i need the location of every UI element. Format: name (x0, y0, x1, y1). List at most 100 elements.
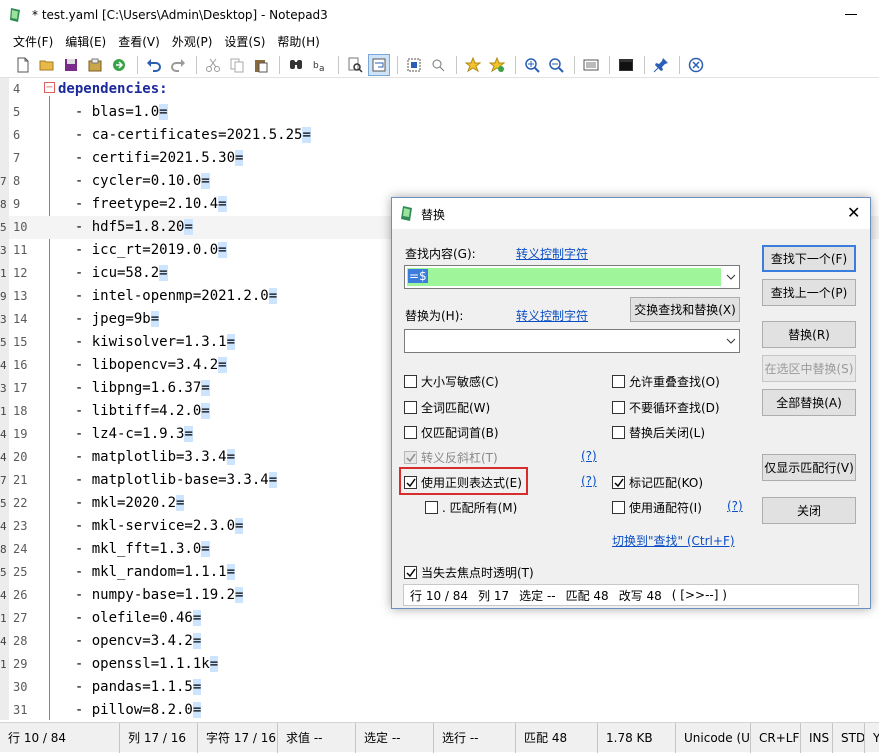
switch-to-find-link[interactable]: 切换到"查找" (Ctrl+F) (612, 532, 735, 549)
status-matches[interactable]: 匹配 48 (516, 722, 598, 753)
background-text-fragment: 5 (0, 566, 7, 579)
browse-icon[interactable] (108, 54, 130, 76)
chevron-down-icon[interactable] (726, 336, 736, 346)
whole-word-checkbox[interactable]: 全词匹配(W) (404, 399, 490, 416)
find-previous-button[interactable]: 查找上一个(P) (762, 279, 856, 306)
redo-icon[interactable] (167, 54, 189, 76)
status-encoding[interactable]: Unicode (UTF-8) (676, 722, 751, 753)
line-number: 17 (13, 381, 28, 395)
line-text: - matplotlib-base=3.3.4= (58, 472, 278, 488)
close-button[interactable]: 关闭 (762, 497, 856, 524)
status-selection[interactable]: 选定 -- (356, 722, 434, 753)
replace-input[interactable] (404, 329, 740, 353)
status-line-ending[interactable]: CR+LF (751, 722, 801, 753)
regex-match-highlight: = (159, 265, 168, 281)
replace-button[interactable]: 替换(R) (762, 321, 856, 348)
line-text: - jpeg=9b= (58, 311, 160, 327)
replace-in-selection-button[interactable]: 在选区中替换(S) (762, 355, 856, 382)
minimize-icon[interactable] (845, 14, 857, 15)
status-char[interactable]: 字符 17 / 16 (198, 722, 278, 753)
menu-help[interactable]: 帮助(H) (272, 33, 324, 50)
use-wildcards-checkbox[interactable]: 使用通配符(I) (612, 499, 702, 516)
replace-label: 替换为(H): (405, 309, 464, 323)
status-selected-lines[interactable]: 选行 -- (434, 722, 516, 753)
pin-icon[interactable] (650, 54, 672, 76)
cut-icon[interactable] (202, 54, 224, 76)
match-word-start-checkbox[interactable]: 仅匹配词首(B) (404, 424, 499, 441)
checkbox-label: 仅匹配词首(B) (421, 426, 499, 440)
editor-line[interactable]: 28 - opencv=3.4.2= (9, 630, 879, 653)
help-link[interactable]: (?) (581, 449, 597, 463)
status-insert-mode[interactable]: INS (801, 722, 833, 753)
menu-settings[interactable]: 设置(S) (219, 33, 270, 50)
editor-line[interactable]: 6 - ca-certificates=2021.5.25= (9, 124, 879, 147)
find-input-value: =$ (408, 269, 428, 283)
find-in-files-icon[interactable] (344, 54, 366, 76)
no-wrap-search-checkbox[interactable]: 不要循环查找(D) (612, 399, 720, 416)
editor-line[interactable]: 29 - openssl=1.1.1k= (9, 653, 879, 676)
transparent-on-blur-checkbox[interactable]: 当失去焦点时透明(T) (404, 564, 534, 581)
save-as-icon[interactable] (84, 54, 106, 76)
background-text-fragment: 4 (0, 635, 7, 648)
line-text: - mkl_random=1.1.1= (58, 564, 236, 580)
line-number: 16 (13, 358, 28, 372)
status-selection-mode[interactable]: STD (833, 722, 865, 753)
help-link[interactable]: (?) (727, 499, 743, 513)
match-case-checkbox[interactable]: 大小写敏感(C) (404, 373, 499, 390)
find-escape-link[interactable]: 转义控制字符 (516, 245, 588, 262)
paste-icon[interactable] (250, 54, 272, 76)
dot-matches-all-checkbox[interactable]: . 匹配所有(M) (425, 499, 517, 516)
undo-icon[interactable] (143, 54, 165, 76)
checkbox-box (612, 375, 625, 388)
allow-overlap-checkbox[interactable]: 允许重叠查找(O) (612, 373, 720, 390)
status-file-size[interactable]: 1.78 KB (598, 722, 676, 753)
editor-line[interactable]: 31 - pillow=8.2.0= (9, 699, 879, 720)
escape-backslash-checkbox[interactable]: 转义反斜杠(T) (404, 449, 498, 466)
editor-line[interactable]: 30 - pandas=1.1.5= (9, 676, 879, 699)
editor-line[interactable]: 7 - certifi=2021.5.30= (9, 147, 879, 170)
zoom-in-icon[interactable] (521, 54, 543, 76)
chevron-down-icon[interactable] (726, 272, 736, 282)
status-eval[interactable]: 求值 -- (278, 722, 356, 753)
help-link[interactable]: (?) (581, 474, 597, 488)
close-icon[interactable]: ✕ (847, 205, 860, 221)
editor-line[interactable]: 8 - cycler=0.10.0= (9, 170, 879, 193)
status-lexer[interactable]: YAML (865, 723, 879, 753)
replace-all-button[interactable]: 全部替换(A) (762, 389, 856, 416)
show-matching-lines-button[interactable]: 仅显示匹配行(V) (762, 454, 856, 481)
status-column[interactable]: 列 17 / 16 (120, 722, 198, 753)
menu-appearance[interactable]: 外观(P) (167, 33, 218, 50)
select-all-icon[interactable] (403, 54, 425, 76)
window-title: * test.yaml [C:\Users\Admin\Desktop] - N… (32, 8, 328, 22)
swap-find-replace-button[interactable]: 交换查找和替换(X) (630, 297, 740, 322)
find-input[interactable]: =$ (404, 265, 740, 289)
editor-line[interactable]: 5 - blas=1.0= (9, 101, 879, 124)
exit-icon[interactable] (685, 54, 707, 76)
save-icon[interactable] (60, 54, 82, 76)
find-next-button[interactable]: 查找下一个(F) (762, 245, 856, 272)
checkbox-box (425, 501, 438, 514)
menu-view[interactable]: 查看(V) (113, 33, 165, 50)
open-folder-icon[interactable] (36, 54, 58, 76)
new-file-icon[interactable] (12, 54, 34, 76)
terminal-icon[interactable] (615, 54, 637, 76)
mark-matches-checkbox[interactable]: 标记匹配(KO) (612, 474, 703, 491)
menu-edit[interactable]: 编辑(E) (60, 33, 111, 50)
background-text-fragment: 7 (0, 474, 7, 487)
status-line[interactable]: 行 10 / 84 (0, 722, 120, 753)
word-wrap-icon[interactable] (368, 53, 390, 76)
editor-line[interactable]: 27 - olefile=0.46= (9, 607, 879, 630)
line-number: 27 (13, 611, 28, 625)
replace-escape-link[interactable]: 转义控制字符 (516, 307, 588, 324)
editor-line[interactable]: 4 dependencies: (9, 78, 879, 101)
close-after-replace-checkbox[interactable]: 替换后关闭(L) (612, 424, 705, 441)
star-icon[interactable] (462, 54, 484, 76)
settings-list-icon[interactable] (580, 54, 602, 76)
find-icon[interactable] (285, 54, 307, 76)
replace-icon[interactable]: ba (309, 54, 331, 76)
zoom-out-icon[interactable] (545, 54, 567, 76)
menu-file[interactable]: 文件(F) (8, 33, 58, 50)
zoom-window-icon[interactable] (427, 54, 449, 76)
copy-icon[interactable] (226, 54, 248, 76)
star-add-icon[interactable] (486, 54, 508, 76)
